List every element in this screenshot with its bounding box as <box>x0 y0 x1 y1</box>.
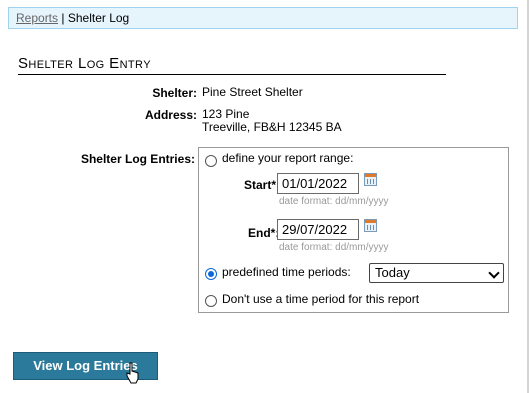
end-date-input[interactable] <box>277 219 359 240</box>
radio-no-period[interactable] <box>205 295 217 307</box>
breadcrumb-reports-link[interactable]: Reports <box>16 11 58 25</box>
breadcrumb-separator: | <box>61 11 65 25</box>
start-date-label: Start*: <box>244 178 281 192</box>
start-date-format-hint: date format: dd/mm/yyyy <box>279 196 389 207</box>
end-date-label: End*: <box>248 226 280 240</box>
start-calendar-icon[interactable] <box>364 173 377 186</box>
end-date-format-hint: date format: dd/mm/yyyy <box>279 242 389 253</box>
address-line2: Treeville, FB&H 12345 BA <box>202 120 342 134</box>
page-title: Shelter Log Entry <box>18 54 446 75</box>
breadcrumb-current: Shelter Log <box>67 11 130 25</box>
time-period-select[interactable]: Today <box>369 263 504 283</box>
breadcrumb: Reports | Shelter Log <box>8 7 518 29</box>
entries-label: Shelter Log Entries: <box>80 152 195 166</box>
shelter-value: Pine Street Shelter <box>202 85 303 99</box>
address-label: Address: <box>144 108 197 122</box>
end-calendar-icon[interactable] <box>364 219 377 232</box>
option-define-range-label: define your report range: <box>222 151 354 165</box>
time-period-selected: Today <box>375 265 410 280</box>
start-date-input[interactable] <box>277 173 359 194</box>
radio-define-range[interactable] <box>205 155 217 167</box>
chevron-down-icon <box>488 267 500 279</box>
mouse-pointer-icon <box>126 362 139 384</box>
radio-predefined-periods[interactable] <box>205 268 217 280</box>
option-predefined-label: predefined time periods: <box>222 265 351 279</box>
shelter-label: Shelter: <box>152 86 197 100</box>
option-no-period-label: Don't use a time period for this report <box>222 292 420 306</box>
